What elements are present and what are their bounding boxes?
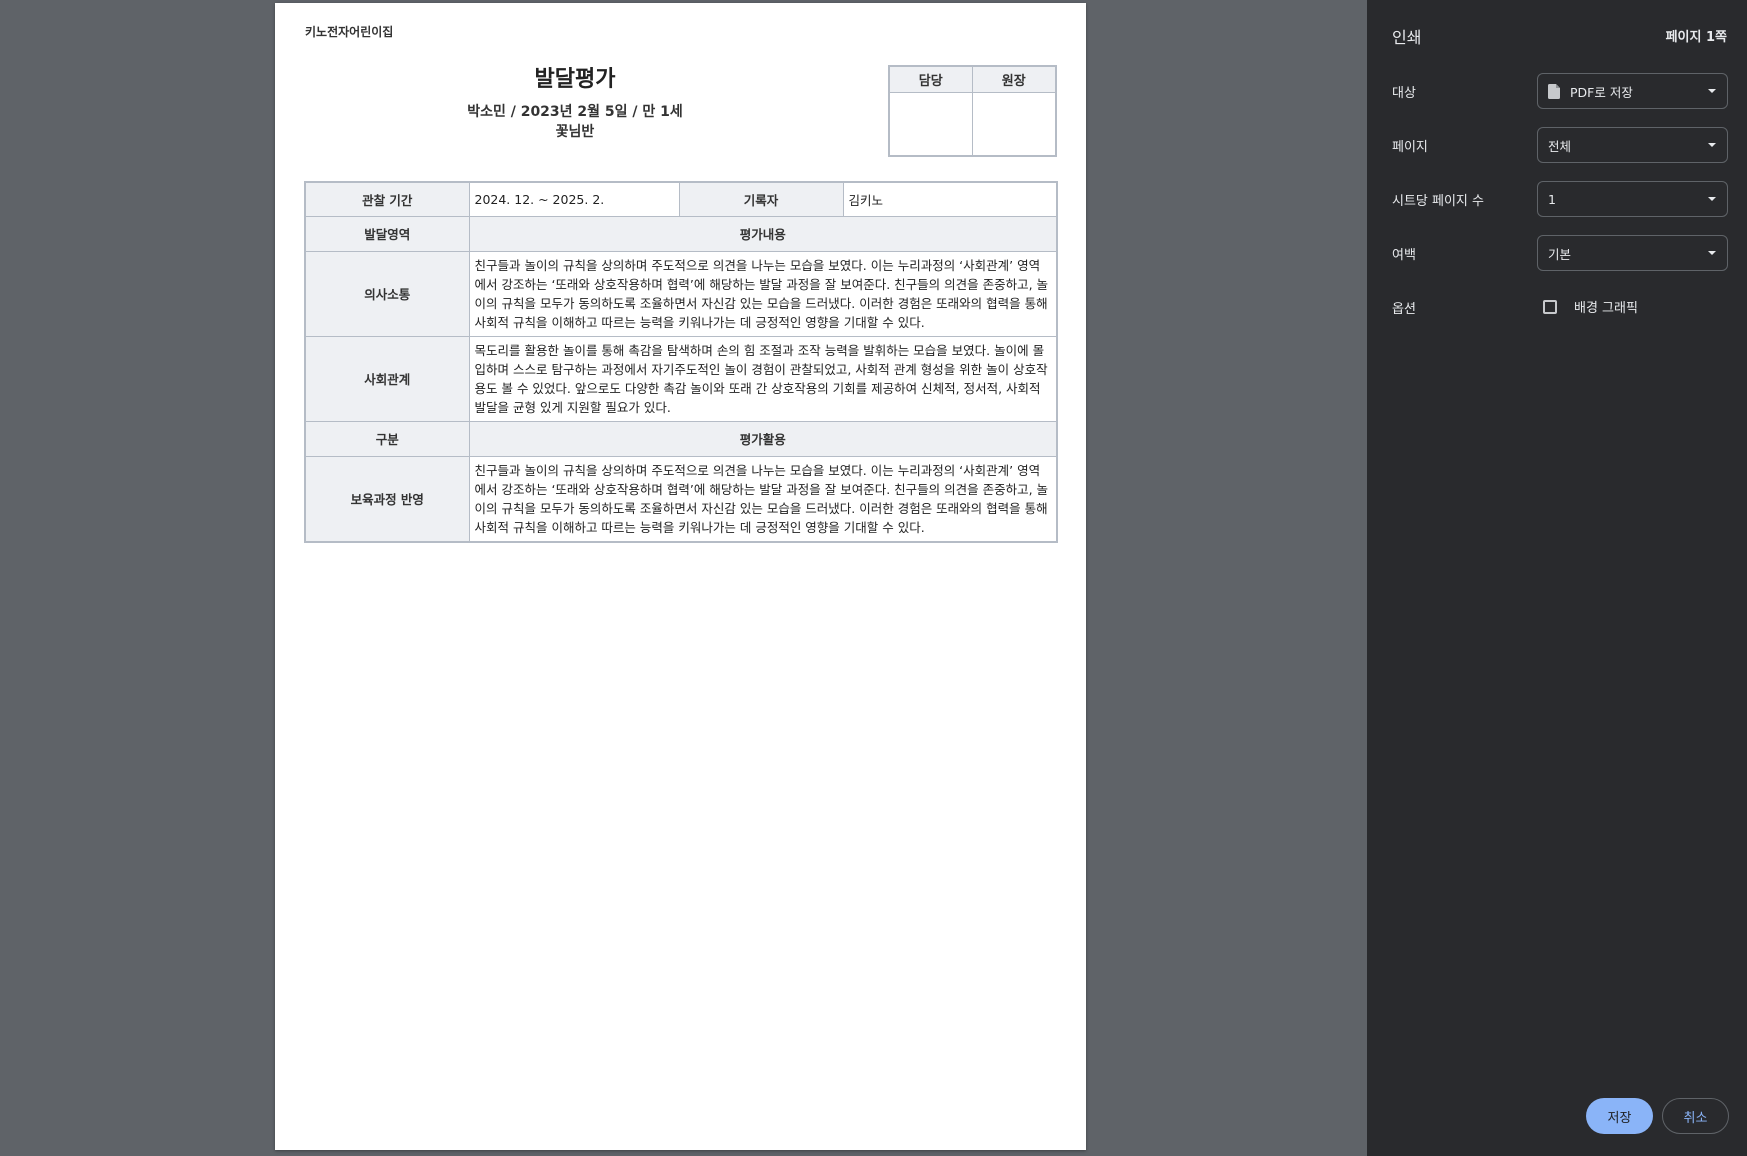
sign-cell-director bbox=[973, 93, 1056, 155]
chevron-down-icon bbox=[1708, 251, 1716, 255]
preview-page: 키노전자어린이집 발달평가 박소민 / 2023년 2월 5일 / 만 1세 꽃… bbox=[275, 3, 1086, 1150]
recorder-label: 기록자 bbox=[678, 181, 844, 217]
options-label: 옵션 bbox=[1392, 302, 1416, 317]
print-title: 인쇄 bbox=[1392, 28, 1422, 47]
print-settings-panel: 인쇄 페이지 1쪽 대상 PDF로 저장 페이지 전체 시트당 페이지 수 1 … bbox=[1367, 0, 1747, 1156]
period-label: 관찰 기간 bbox=[304, 181, 470, 217]
class-name: 꽃님반 bbox=[555, 124, 595, 140]
child-info: 박소민 / 2023년 2월 5일 / 만 1세 bbox=[467, 104, 683, 120]
content-header: 평가내용 bbox=[468, 215, 1058, 252]
table-row: 의사소통 친구들과 놀이의 규칙을 상의하며 주도적으로 의견을 나누는 모습을… bbox=[304, 250, 1058, 337]
table-row: 보육과정 반영 친구들과 놀이의 규칙을 상의하며 주도적으로 의견을 나누는 … bbox=[304, 455, 1058, 542]
document-subtitle: 박소민 / 2023년 2월 5일 / 만 1세 꽃님반 bbox=[365, 102, 785, 142]
background-graphics-checkbox[interactable] bbox=[1543, 299, 1557, 314]
approval-sign-box: 담당 원장 bbox=[888, 65, 1057, 157]
document-icon bbox=[1548, 83, 1560, 99]
pages-per-sheet-select[interactable]: 1 bbox=[1537, 181, 1728, 217]
margins-label: 여백 bbox=[1392, 248, 1416, 263]
save-button[interactable]: 저장 bbox=[1586, 1098, 1653, 1134]
recorder-value: 김키노 bbox=[842, 181, 1058, 217]
cancel-button[interactable]: 취소 bbox=[1662, 1098, 1729, 1134]
evaluation-text: 친구들과 놀이의 규칙을 상의하며 주도적으로 의견을 나누는 모습을 보였다.… bbox=[468, 250, 1058, 337]
destination-label: 대상 bbox=[1392, 86, 1416, 101]
pages-label: 페이지 bbox=[1392, 140, 1428, 155]
table-row: 관찰 기간 2024. 12. ~ 2025. 2. 기록자 김키노 bbox=[304, 181, 1058, 217]
pages-select[interactable]: 전체 bbox=[1537, 127, 1728, 163]
category-header: 구분 bbox=[304, 420, 470, 457]
area-header: 발달영역 bbox=[304, 215, 470, 252]
usage-header: 평가활용 bbox=[468, 420, 1058, 457]
sign-header-director: 원장 bbox=[972, 67, 1055, 93]
margins-select[interactable]: 기본 bbox=[1537, 235, 1728, 271]
period-value: 2024. 12. ~ 2025. 2. bbox=[468, 181, 680, 217]
table-row: 사회관계 목도리를 활용한 놀이를 통해 촉감을 탐색하며 손의 힘 조절과 조… bbox=[304, 335, 1058, 422]
background-graphics-label: 배경 그래픽 bbox=[1574, 301, 1638, 316]
sign-header-manager: 담당 bbox=[890, 67, 973, 93]
organization-name: 키노전자어린이집 bbox=[305, 25, 394, 39]
destination-value: PDF로 저장 bbox=[1570, 84, 1633, 100]
pages-per-sheet-label: 시트당 페이지 수 bbox=[1392, 194, 1484, 209]
chevron-down-icon bbox=[1708, 197, 1716, 201]
margins-value: 기본 bbox=[1548, 246, 1572, 262]
area-name: 의사소통 bbox=[304, 250, 470, 337]
page-count: 페이지 1쪽 bbox=[1665, 30, 1727, 45]
destination-select[interactable]: PDF로 저장 bbox=[1537, 73, 1728, 109]
sign-cell-manager bbox=[890, 93, 973, 155]
chevron-down-icon bbox=[1708, 89, 1716, 93]
document-title: 발달평가 bbox=[534, 67, 616, 92]
table-row: 발달영역 평가내용 bbox=[304, 215, 1058, 252]
evaluation-text: 목도리를 활용한 놀이를 통해 촉감을 탐색하며 손의 힘 조절과 조작 능력을… bbox=[468, 335, 1058, 422]
evaluation-table: 관찰 기간 2024. 12. ~ 2025. 2. 기록자 김키노 발달영역 … bbox=[304, 181, 1058, 543]
print-preview-area: 키노전자어린이집 발달평가 박소민 / 2023년 2월 5일 / 만 1세 꽃… bbox=[0, 0, 1367, 1156]
table-row: 구분 평가활용 bbox=[304, 420, 1058, 457]
area-name: 사회관계 bbox=[304, 335, 470, 422]
usage-text: 친구들과 놀이의 규칙을 상의하며 주도적으로 의견을 나누는 모습을 보였다.… bbox=[468, 455, 1058, 542]
pages-per-sheet-value: 1 bbox=[1548, 191, 1556, 207]
usage-area-name: 보육과정 반영 bbox=[304, 455, 470, 542]
background-graphics-option[interactable]: 배경 그래픽 bbox=[1537, 297, 1638, 316]
chevron-down-icon bbox=[1708, 143, 1716, 147]
pages-value: 전체 bbox=[1548, 138, 1572, 154]
